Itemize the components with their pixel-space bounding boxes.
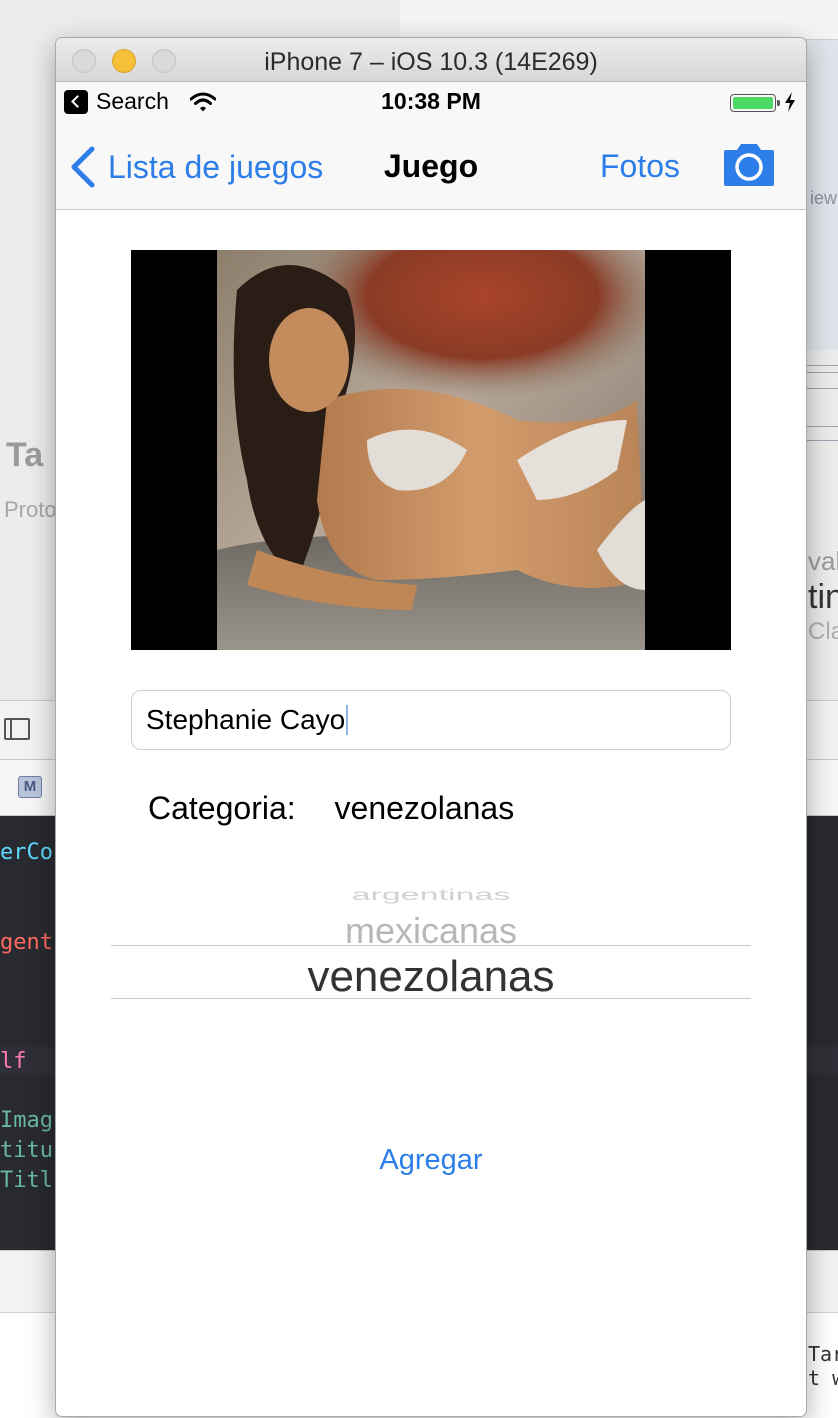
camera-icon[interactable] [722, 142, 776, 188]
code-fragment: Imag [0, 1108, 53, 1133]
text-cursor [346, 704, 349, 735]
picker-selection-line [111, 998, 751, 999]
xcode-fragment: Cla [808, 618, 838, 645]
picker-selection-line [111, 945, 751, 946]
photo-frame [131, 250, 731, 650]
divider [806, 372, 838, 373]
charging-bolt-icon [785, 92, 795, 112]
divider [806, 440, 838, 441]
divider [806, 365, 838, 366]
category-value: venezolanas [334, 790, 515, 826]
xcode-top-bar [400, 0, 838, 40]
code-fragment: lf [0, 1049, 27, 1074]
m-file-icon: M [18, 776, 42, 798]
code-fragment: gent [0, 930, 53, 955]
xcode-fragment: Ta [6, 436, 44, 474]
xcode-fragment: iew [810, 188, 838, 208]
game-photo [217, 250, 645, 650]
status-time: 10:38 PM [381, 88, 481, 114]
add-button[interactable]: Agregar [56, 1144, 806, 1177]
battery-level [733, 97, 773, 109]
category-row: Categoria: venezolanas [148, 790, 514, 827]
category-picker[interactable]: argentinas mexicanas venezolanas [111, 868, 751, 1068]
picker-selected-option[interactable]: venezolanas [111, 952, 751, 1002]
ios-status-bar: Search 10:38 PM [56, 82, 806, 122]
window-title: iPhone 7 – iOS 10.3 (14E269) [264, 48, 598, 76]
console-fragment: t w [808, 1366, 838, 1390]
xcode-fragment: Proto [4, 497, 57, 522]
divider [806, 388, 838, 389]
console-fragment: Tarc [808, 1342, 838, 1366]
back-button[interactable]: Lista de juegos [68, 144, 323, 190]
picker-option[interactable]: argentinas [111, 887, 751, 905]
divider [806, 426, 838, 427]
xcode-fragment: tin [808, 578, 838, 616]
panel-toggle-icon[interactable] [4, 718, 30, 740]
category-label: Categoria: [148, 790, 296, 826]
name-field-value: Stephanie Cayo [146, 704, 346, 735]
simulator-window: iPhone 7 – iOS 10.3 (14E269) Search 10:3… [56, 38, 806, 1416]
code-fragment: Titl [0, 1168, 53, 1193]
window-titlebar[interactable]: iPhone 7 – iOS 10.3 (14E269) [56, 38, 806, 82]
navigation-bar: Lista de juegos Juego Fotos [56, 122, 806, 210]
xcode-fragment: val [808, 546, 838, 576]
fotos-button[interactable]: Fotos [600, 148, 680, 185]
battery-icon [730, 94, 780, 112]
chevron-left-icon [71, 146, 95, 188]
code-fragment: titu [0, 1138, 53, 1163]
name-text-field[interactable]: Stephanie Cayo [131, 690, 731, 750]
back-button-label: Lista de juegos [108, 148, 324, 185]
